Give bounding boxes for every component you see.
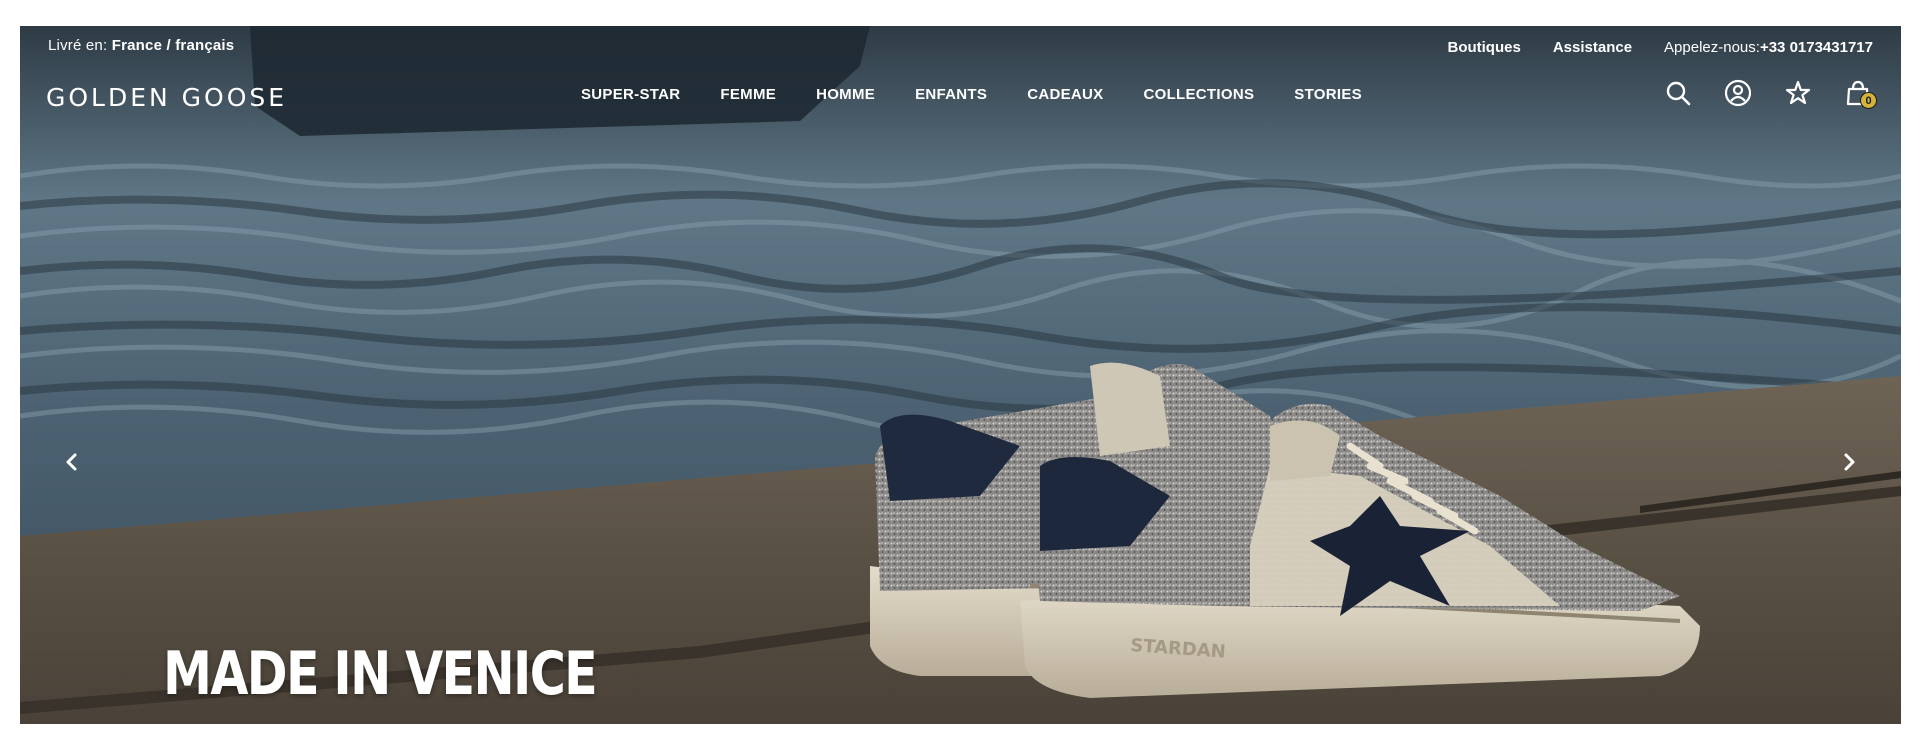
cart-button[interactable]: 0 [1843, 78, 1877, 109]
hero-image: STARDAN [20, 26, 1901, 724]
carousel-next-button[interactable] [1834, 447, 1864, 477]
wishlist-button[interactable] [1783, 78, 1813, 108]
stores-link[interactable]: Boutiques [1447, 39, 1520, 56]
delivery-selector[interactable]: Livré en: France / français [48, 37, 234, 54]
wishlist-star-icon [1785, 80, 1811, 105]
search-icon [1666, 81, 1691, 106]
nav-item-stories[interactable]: STORIES [1294, 86, 1362, 103]
hero-headline: MADE IN VENICE [163, 639, 598, 709]
hero-banner[interactable]: STARDAN Livré en: France / français Bout… [20, 26, 1901, 724]
delivery-country-link[interactable]: France / français [112, 37, 235, 54]
utility-bar: Livré en: France / français Boutiques As… [20, 26, 1901, 66]
phone-label: Appelez-nous: [1664, 39, 1760, 56]
nav-item-homme[interactable]: HOMME [816, 86, 875, 103]
delivery-label: Livré en: [48, 37, 108, 54]
nav-item-super-star[interactable]: SUPER-STAR [581, 86, 680, 103]
brand-logo[interactable]: GOLDEN GOOSE [46, 83, 287, 112]
search-button[interactable] [1663, 78, 1693, 108]
carousel-prev-button[interactable] [57, 447, 87, 477]
cart-count-badge: 0 [1860, 92, 1877, 109]
account-button[interactable] [1723, 78, 1753, 108]
nav-item-enfants[interactable]: ENFANTS [915, 86, 987, 103]
chevron-left-icon [66, 453, 77, 471]
header-icons: 0 [1663, 78, 1877, 109]
main-nav: SUPER-STAR FEMME HOMME ENFANTS CADEAUX C… [581, 86, 1362, 103]
phone-contact[interactable]: Appelez-nous:+33 0173431717 [1664, 39, 1873, 56]
phone-number: +33 0173431717 [1759, 39, 1873, 56]
utility-links: Boutiques Assistance Appelez-nous:+33 01… [1447, 39, 1873, 56]
nav-item-femme[interactable]: FEMME [720, 86, 776, 103]
chevron-right-icon [1844, 453, 1855, 471]
nav-item-cadeaux[interactable]: CADEAUX [1027, 86, 1103, 103]
assistance-link[interactable]: Assistance [1553, 39, 1632, 56]
account-icon [1724, 79, 1752, 107]
nav-item-collections[interactable]: COLLECTIONS [1143, 86, 1254, 103]
